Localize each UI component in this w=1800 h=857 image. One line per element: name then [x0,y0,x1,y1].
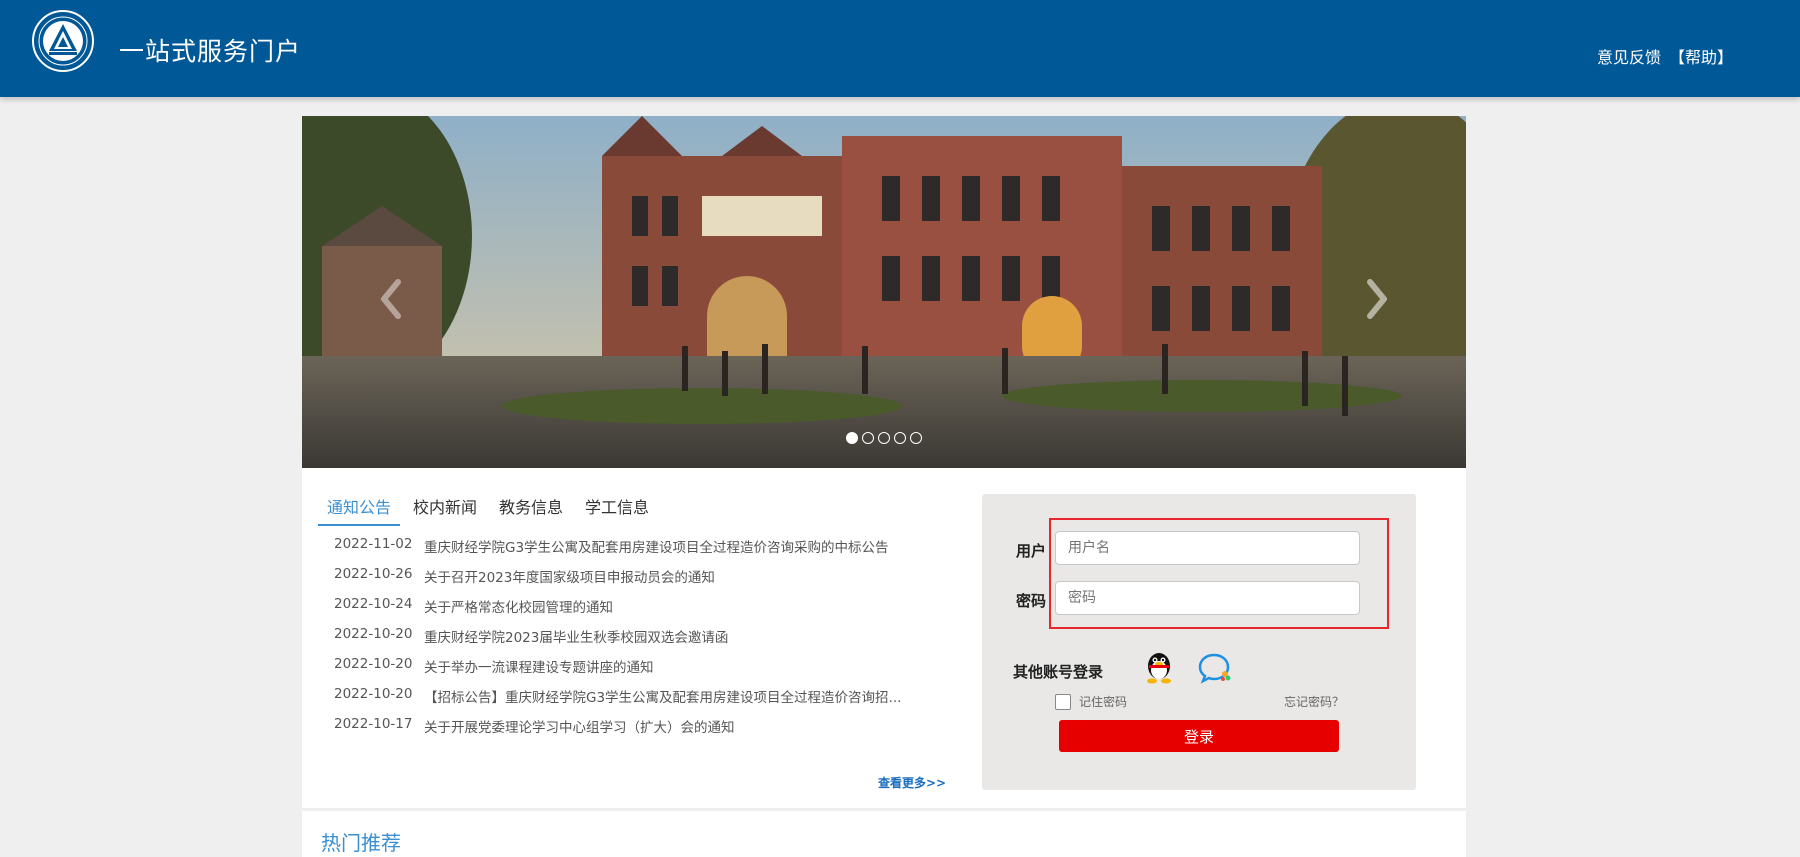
news-title[interactable]: 关于举办一流课程建设专题讲座的通知 [424,656,654,686]
password-label: 密码 [1016,592,1047,610]
carousel-dot[interactable] [910,432,922,444]
list-item[interactable]: 2022-10-20 关于举办一流课程建设专题讲座的通知 [334,656,934,686]
chevron-right-icon[interactable] [1356,274,1396,324]
news-list: 2022-11-02 重庆财经学院G3学生公寓及配套用房建设项目全过程造价咨询采购… [334,536,934,746]
carousel-indicators [846,432,922,444]
carousel-dot[interactable] [846,432,858,444]
login-box: 用户 密码 其他账号登录 记住密码 忘记密码？ 登录 [982,494,1416,790]
top-header: 一站式服务门户 意见反馈 【帮助】 [0,0,1800,97]
username-label: 用户 [1016,542,1047,560]
main-panel: 通知公告 校内新闻 教务信息 学工信息 2022-11-02 重庆财经学院G3学生… [302,116,1466,857]
login-button[interactable]: 登录 [1059,720,1339,752]
remember-password: 记住密码 [1055,693,1127,710]
remember-checkbox[interactable] [1055,693,1071,710]
news-date: 2022-10-20 [334,686,413,702]
tab-campus-news[interactable]: 校内新闻 [404,494,486,526]
hot-recommend-title: 热门推荐 [321,831,401,855]
view-more-link[interactable]: 查看更多>> [878,774,946,791]
other-login-label: 其他账号登录 [1013,663,1104,681]
list-item[interactable]: 2022-10-26 关于召开2023年度国家级项目申报动员会的通知 [334,566,934,596]
news-tabs: 通知公告 校内新闻 教务信息 学工信息 [318,494,662,526]
carousel-dot[interactable] [878,432,890,444]
tab-student-affairs[interactable]: 学工信息 [576,494,658,526]
college-logo-icon[interactable] [31,9,95,73]
news-date: 2022-10-20 [334,656,413,672]
site-title: 一站式服务门户 [119,37,302,66]
list-item[interactable]: 2022-10-24 关于严格常态化校园管理的通知 [334,596,934,626]
news-title[interactable]: 【招标公告】重庆财经学院G3学生公寓及配套用房建设项目全过程造价咨询招... [424,686,901,716]
list-item[interactable]: 2022-10-20 重庆财经学院2023届毕业生秋季校园双选会邀请函 [334,626,934,656]
list-item[interactable]: 2022-11-02 重庆财经学院G3学生公寓及配套用房建设项目全过程造价咨询采购… [334,536,934,566]
news-title[interactable]: 重庆财经学院G3学生公寓及配套用房建设项目全过程造价咨询采购的中标公告 [424,536,889,566]
header-links: 意见反馈 【帮助】 [1597,44,1733,68]
tab-notices[interactable]: 通知公告 [318,494,401,526]
chat-bubble-icon[interactable] [1197,652,1233,684]
carousel-dot[interactable] [862,432,874,444]
news-date: 2022-10-24 [334,596,413,612]
news-title[interactable]: 关于开展党委理论学习中心组学习（扩大）会的通知 [424,716,735,746]
password-input[interactable] [1055,581,1360,615]
help-link[interactable]: 【帮助】 [1669,48,1733,67]
qq-penguin-icon[interactable] [1143,650,1175,684]
tab-academic-info[interactable]: 教务信息 [490,494,572,526]
news-title[interactable]: 关于召开2023年度国家级项目申报动员会的通知 [424,566,715,596]
forgot-password-link[interactable]: 忘记密码？ [1284,693,1344,710]
carousel-dot[interactable] [894,432,906,444]
section-divider [302,808,1466,811]
list-item[interactable]: 2022-10-20 【招标公告】重庆财经学院G3学生公寓及配套用房建设项目全过程… [334,686,934,716]
news-date: 2022-10-17 [334,716,413,732]
remember-label: 记住密码 [1079,695,1128,709]
news-title[interactable]: 关于严格常态化校园管理的通知 [424,596,613,626]
chevron-left-icon[interactable] [372,274,412,324]
news-title[interactable]: 重庆财经学院2023届毕业生秋季校园双选会邀请函 [424,626,728,656]
news-date: 2022-11-02 [334,536,413,552]
news-date: 2022-10-20 [334,626,413,642]
list-item[interactable]: 2022-10-17 关于开展党委理论学习中心组学习（扩大）会的通知 [334,716,934,746]
feedback-link[interactable]: 意见反馈 [1597,48,1661,67]
banner-carousel[interactable] [302,116,1466,468]
news-date: 2022-10-26 [334,566,413,582]
campus-building-image [302,116,1466,468]
username-input[interactable] [1055,531,1360,565]
